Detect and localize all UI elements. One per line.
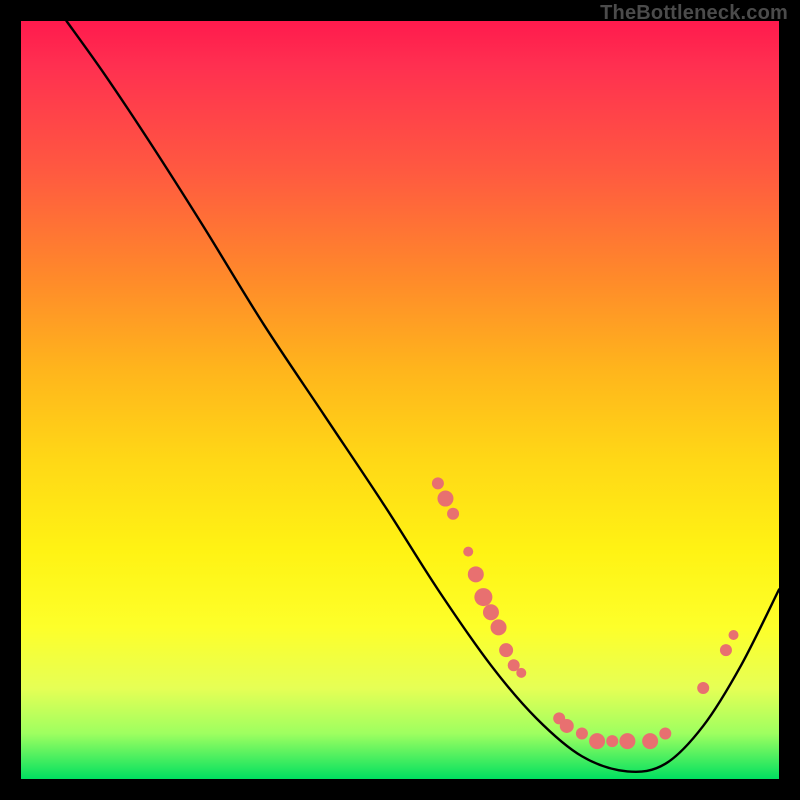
sample-dot bbox=[483, 604, 499, 620]
bottleneck-sample-dots bbox=[432, 477, 739, 749]
sample-dot bbox=[491, 619, 507, 635]
bottleneck-curve-line bbox=[66, 21, 779, 772]
sample-dot bbox=[437, 491, 453, 507]
chart-svg bbox=[21, 21, 779, 779]
sample-dot bbox=[659, 728, 671, 740]
sample-dot bbox=[619, 733, 635, 749]
sample-dot bbox=[729, 630, 739, 640]
sample-dot bbox=[589, 733, 605, 749]
sample-dot bbox=[576, 728, 588, 740]
sample-dot bbox=[720, 644, 732, 656]
sample-dot bbox=[474, 588, 492, 606]
sample-dot bbox=[463, 547, 473, 557]
sample-dot bbox=[516, 668, 526, 678]
sample-dot bbox=[642, 733, 658, 749]
sample-dot bbox=[499, 643, 513, 657]
sample-dot bbox=[697, 682, 709, 694]
sample-dot bbox=[468, 566, 484, 582]
sample-dot bbox=[432, 477, 444, 489]
sample-dot bbox=[560, 719, 574, 733]
sample-dot bbox=[606, 735, 618, 747]
sample-dot bbox=[447, 508, 459, 520]
chart-plot-area bbox=[21, 21, 779, 779]
